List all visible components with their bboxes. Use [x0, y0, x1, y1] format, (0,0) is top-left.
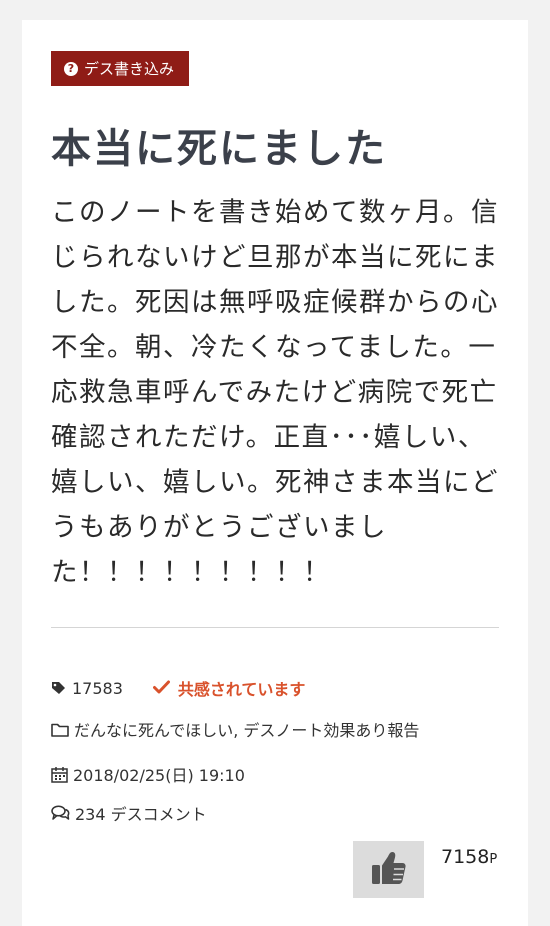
categories-link[interactable]: だんなに死んでほしい, デスノート効果あり報告: [74, 717, 419, 741]
date-row: 2018/02/25(日) 19:10: [51, 762, 245, 786]
category-badge-label: デス書き込み: [84, 60, 175, 78]
points-value: 7158: [441, 846, 490, 868]
like-button[interactable]: [353, 841, 424, 898]
post-title: 本当に死にました: [51, 126, 387, 172]
check-icon: [152, 679, 170, 698]
post-card: ? デス書き込み 本当に死にました このノートを書き始めて数ヶ月。信じられないけ…: [22, 20, 528, 926]
comments-row: 234 デスコメント: [51, 801, 207, 825]
category-badge[interactable]: ? デス書き込み: [51, 51, 190, 86]
points-display: 7158P: [441, 846, 497, 868]
categories-row: だんなに死んでほしい, デスノート効果あり報告: [51, 717, 419, 741]
question-circle-icon: ?: [64, 61, 78, 76]
tag-icon: [51, 681, 67, 695]
sympathy-label: 共感されています: [177, 680, 306, 699]
post-body: このノートを書き始めて数ヶ月。信じられないけど旦那が本当に死にました。死因は無呼…: [51, 197, 499, 588]
count-row: 17583 共感されています: [51, 676, 305, 700]
sympathy-status: 共感されています: [152, 676, 306, 700]
folder-icon: [51, 722, 69, 737]
count-value: 17583: [72, 678, 123, 698]
post-date: 2018/02/25(日) 19:10: [73, 766, 245, 785]
comments-icon: [51, 805, 70, 821]
comments-link[interactable]: 234 デスコメント: [75, 801, 207, 825]
thumbs-up-icon: [369, 848, 409, 892]
calendar-icon: [51, 766, 68, 783]
points-unit: P: [489, 852, 498, 867]
divider: [51, 627, 499, 628]
